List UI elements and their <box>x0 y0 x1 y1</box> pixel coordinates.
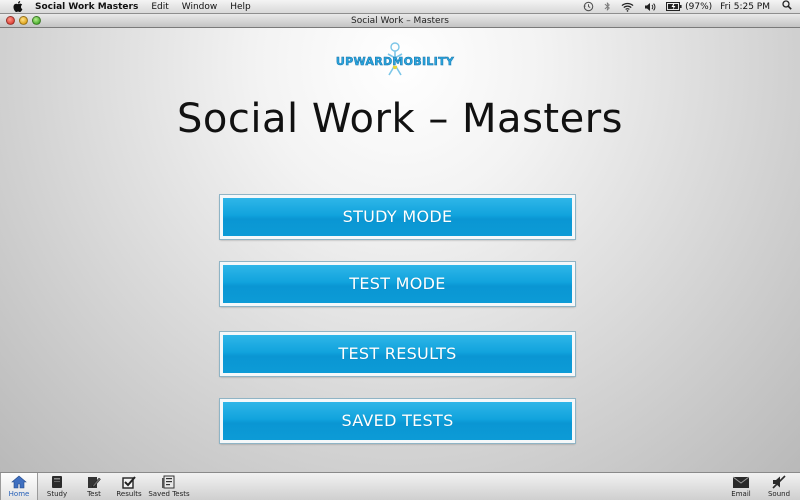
home-icon <box>11 475 27 489</box>
saved-tests-label: SAVED TESTS <box>341 411 454 430</box>
sound-muted-icon <box>772 475 786 489</box>
test-mode-button[interactable]: TEST MODE <box>219 261 576 307</box>
toolbar-results-button[interactable]: Results <box>114 473 144 500</box>
toolbar-study-button[interactable]: Study <box>44 473 70 500</box>
saved-tests-button[interactable]: SAVED TESTS <box>219 398 576 444</box>
page-title: Social Work – Masters <box>177 96 623 142</box>
test-results-button[interactable]: TEST RESULTS <box>219 331 576 377</box>
battery-status[interactable]: (97%) <box>666 2 712 12</box>
sound-label: Sound <box>767 490 791 498</box>
menu-extras: (97%) Fri 5:25 PM <box>573 0 800 14</box>
test-results-label: TEST RESULTS <box>338 344 457 363</box>
volume-icon[interactable] <box>644 2 656 12</box>
email-envelope-icon <box>732 476 750 488</box>
toolbar-saved-tests-button[interactable]: Saved Tests <box>148 473 190 500</box>
bottom-toolbar: Home Study Test Results Saved Tests Emai… <box>0 472 800 500</box>
saved-tests-icon <box>162 475 175 489</box>
menu-edit[interactable]: Edit <box>151 2 168 12</box>
test-pencil-icon <box>88 477 101 488</box>
study-mode-label: STUDY MODE <box>342 207 453 226</box>
study-mode-button[interactable]: STUDY MODE <box>219 194 576 240</box>
apple-menu-icon[interactable] <box>12 1 23 12</box>
menu-bar: Social Work Masters Edit Window Help (97… <box>0 0 800 14</box>
toolbar-email-button[interactable]: Email <box>728 473 754 500</box>
window-title-bar[interactable]: Social Work – Masters <box>0 14 800 28</box>
test-mode-label: TEST MODE <box>349 274 446 293</box>
saved-tests-label: Saved Tests <box>148 490 190 498</box>
window-title: Social Work – Masters <box>351 16 449 26</box>
toolbar-home-button[interactable]: Home <box>0 473 38 500</box>
results-checkbox-icon <box>122 476 136 489</box>
results-label: Results <box>116 490 142 498</box>
home-label: Home <box>8 490 30 498</box>
menu-help[interactable]: Help <box>230 2 251 12</box>
battery-percent: (97%) <box>685 1 713 12</box>
menu-window[interactable]: Window <box>182 2 218 12</box>
wifi-icon[interactable] <box>621 2 634 12</box>
study-label: Study <box>46 490 68 498</box>
toolbar-test-button[interactable]: Test <box>82 473 106 500</box>
spotlight-search-icon[interactable] <box>782 0 792 13</box>
bluetooth-icon[interactable] <box>604 1 611 12</box>
main-content: UPWARDMOBILITY Social Work – Masters STU… <box>0 28 800 472</box>
time-machine-icon[interactable] <box>583 1 594 12</box>
menu-app-name[interactable]: Social Work Masters <box>35 2 138 12</box>
email-label: Email <box>731 490 751 498</box>
toolbar-sound-button[interactable]: Sound <box>764 473 794 500</box>
logo-text: UPWARDMOBILITY <box>335 55 455 69</box>
study-book-icon <box>52 476 62 488</box>
menu-clock[interactable]: Fri 5:25 PM <box>720 2 770 12</box>
upward-mobility-logo: UPWARDMOBILITY <box>330 41 460 85</box>
test-label: Test <box>87 490 101 498</box>
